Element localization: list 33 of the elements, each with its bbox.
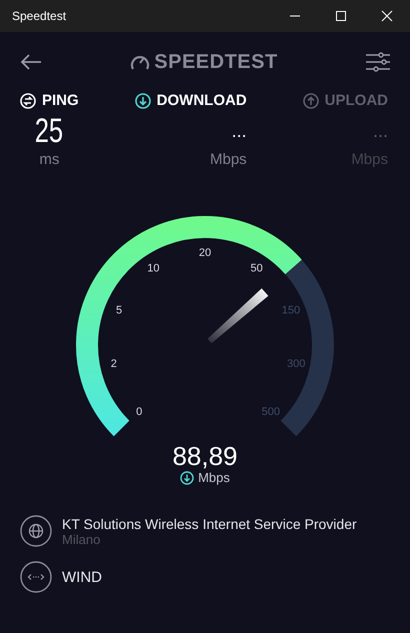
logo-text: SPEEDTEST xyxy=(154,50,278,74)
gauge-tick-label: 0 xyxy=(136,406,142,418)
close-icon xyxy=(381,10,393,22)
speed-unit: Mbps xyxy=(198,470,230,485)
gauge-tick-label: 500 xyxy=(262,406,280,418)
download-icon xyxy=(180,470,194,484)
metric-unit: Mbps xyxy=(210,151,247,168)
server-name: KT Solutions Wireless Internet Service Provider xyxy=(62,516,357,532)
metric-label: PING xyxy=(42,92,79,109)
back-arrow-icon[interactable] xyxy=(20,54,42,70)
speedometer-icon xyxy=(130,53,150,71)
maximize-icon xyxy=(335,10,347,22)
gauge-tick-label: 300 xyxy=(287,358,306,370)
metric-label: UPLOAD xyxy=(324,92,388,109)
settings-icon[interactable] xyxy=(366,52,390,72)
gauge-tick-label: 2 xyxy=(110,358,117,370)
metric-value: 25 xyxy=(35,111,64,151)
metric-label: DOWNLOAD xyxy=(156,92,247,109)
metric-value: ... xyxy=(232,120,247,143)
network-name: WIND xyxy=(62,568,102,586)
connection-icon xyxy=(20,561,52,593)
server-location: Milano xyxy=(62,532,102,546)
window-title: Speedtest xyxy=(12,9,66,23)
globe-icon xyxy=(20,515,52,547)
gauge-tick-label: 50 xyxy=(250,262,263,275)
gauge-tick-label: 150 xyxy=(282,304,300,316)
metric-value: ... xyxy=(372,120,388,143)
metric-unit: ms xyxy=(39,151,60,168)
gauge-tick-label: 20 xyxy=(198,247,212,259)
gauge-needle xyxy=(208,288,268,344)
speed-reading: 88,89 xyxy=(172,442,238,470)
gauge-tick-label: 5 xyxy=(116,304,122,316)
gauge-tick-label: 10 xyxy=(147,262,160,275)
